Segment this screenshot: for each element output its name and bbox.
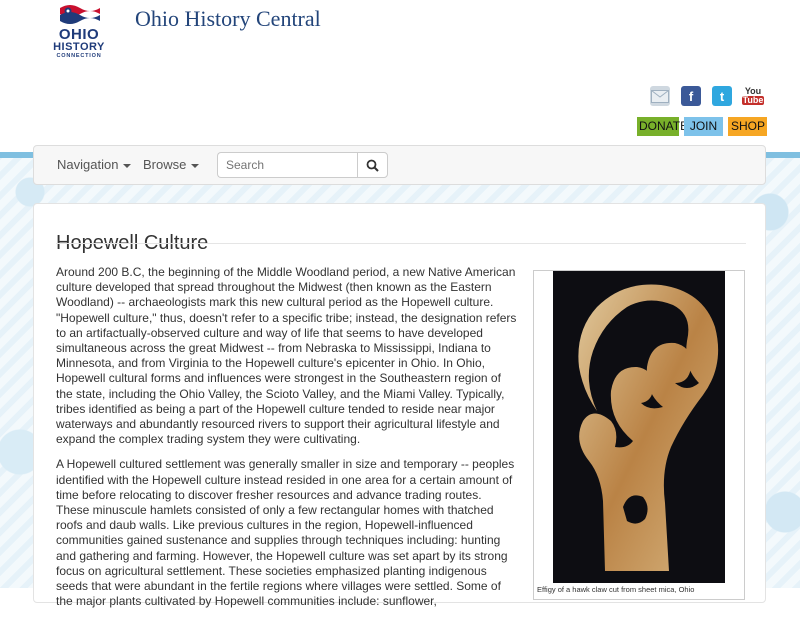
browse-label: Browse: [143, 157, 187, 172]
hawk-claw-effigy-image[interactable]: [553, 271, 725, 583]
article-figure: Effigy of a hawk claw cut from sheet mic…: [533, 270, 745, 600]
navigation-label: Navigation: [57, 157, 119, 172]
facebook-icon[interactable]: f: [681, 86, 701, 106]
flag-icon: [60, 5, 100, 24]
donate-button[interactable]: DONATE: [637, 117, 688, 136]
navbar: Navigation Browse: [33, 145, 766, 185]
search-icon: [366, 159, 379, 172]
article-body: Around 200 B.C, the beginning of the Mid…: [56, 265, 518, 619]
social-links: f t You Tube: [650, 86, 765, 108]
content-panel: Hopewell Culture Around 200 B.C, the beg…: [33, 203, 766, 608]
header-actions: DONATE JOIN SHOP: [637, 117, 767, 136]
logo-history-text: HISTORY: [53, 41, 105, 53]
chevron-down-icon: [191, 163, 200, 168]
title-divider: [56, 243, 746, 244]
article-paragraph: A Hopewell cultured settlement was gener…: [56, 457, 515, 609]
navigation-dropdown[interactable]: Navigation: [57, 157, 132, 172]
logo-connection-text: CONNECTION: [56, 53, 102, 59]
twitter-icon[interactable]: t: [712, 86, 732, 106]
figure-caption: Effigy of a hawk claw cut from sheet mic…: [537, 585, 695, 594]
article-paragraph: Around 200 B.C, the beginning of the Mid…: [56, 265, 517, 447]
mail-icon[interactable]: [650, 86, 670, 106]
youtube-icon[interactable]: You Tube: [741, 86, 765, 106]
shop-button[interactable]: SHOP: [728, 117, 767, 136]
ohio-history-connection-logo[interactable]: OHIO HISTORY CONNECTION: [46, 0, 118, 60]
logo-ohio-text: OHIO: [58, 26, 100, 43]
join-button[interactable]: JOIN: [684, 117, 723, 136]
logo-wordmark: OHIO HISTORY CONNECTION: [46, 26, 112, 60]
chevron-down-icon: [123, 163, 132, 168]
youtube-tube-text: Tube: [741, 95, 765, 105]
browse-dropdown[interactable]: Browse: [143, 157, 200, 172]
search-button[interactable]: [357, 152, 388, 178]
search-input[interactable]: [217, 152, 357, 178]
site-title[interactable]: Ohio History Central: [135, 6, 335, 32]
